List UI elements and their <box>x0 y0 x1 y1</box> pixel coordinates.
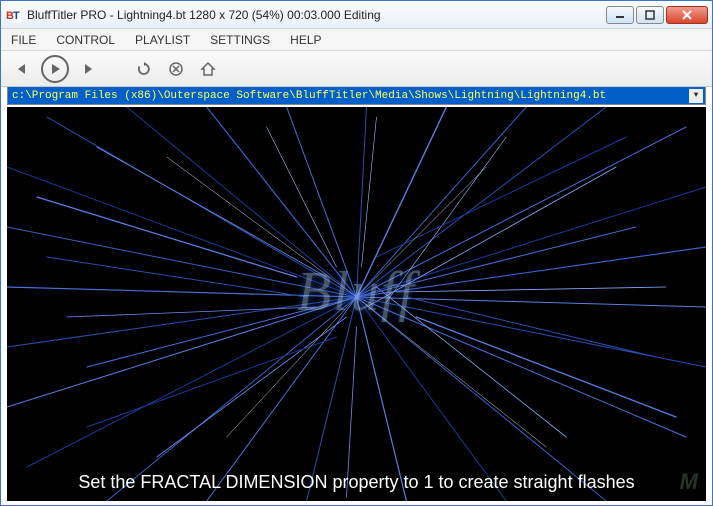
menu-settings[interactable]: SETTINGS <box>206 31 274 49</box>
path-text: c:\Program Files (x86)\Outerspace Softwa… <box>12 90 606 102</box>
play-button[interactable] <box>41 55 69 83</box>
svg-text:T: T <box>13 10 20 22</box>
menu-control[interactable]: CONTROL <box>52 31 119 49</box>
titlebar: BT BluffTitler PRO - Lightning4.bt 1280 … <box>1 1 712 29</box>
preview-canvas[interactable]: Bluff Set the FRACTAL DIMENSION property… <box>7 107 706 501</box>
stop-button[interactable] <box>163 56 189 82</box>
menubar: FILE CONTROL PLAYLIST SETTINGS HELP <box>1 29 712 51</box>
path-dropdown-icon[interactable]: ▼ <box>689 89 703 103</box>
menu-file[interactable]: FILE <box>7 31 40 49</box>
play-icon <box>52 64 60 74</box>
app-icon: BT <box>5 7 21 23</box>
home-button[interactable] <box>195 56 221 82</box>
lightning-render <box>7 107 706 501</box>
maximize-button[interactable] <box>636 6 664 24</box>
menu-playlist[interactable]: PLAYLIST <box>131 31 194 49</box>
close-button[interactable] <box>666 6 708 24</box>
window-controls <box>606 6 708 24</box>
path-bar[interactable]: c:\Program Files (x86)\Outerspace Softwa… <box>7 87 706 105</box>
window-title: BluffTitler PRO - Lightning4.bt 1280 x 7… <box>27 8 606 22</box>
menu-help[interactable]: HELP <box>286 31 325 49</box>
forward-button[interactable] <box>75 56 101 82</box>
toolbar <box>1 51 712 87</box>
minimize-button[interactable] <box>606 6 634 24</box>
back-button[interactable] <box>9 56 35 82</box>
reload-button[interactable] <box>131 56 157 82</box>
